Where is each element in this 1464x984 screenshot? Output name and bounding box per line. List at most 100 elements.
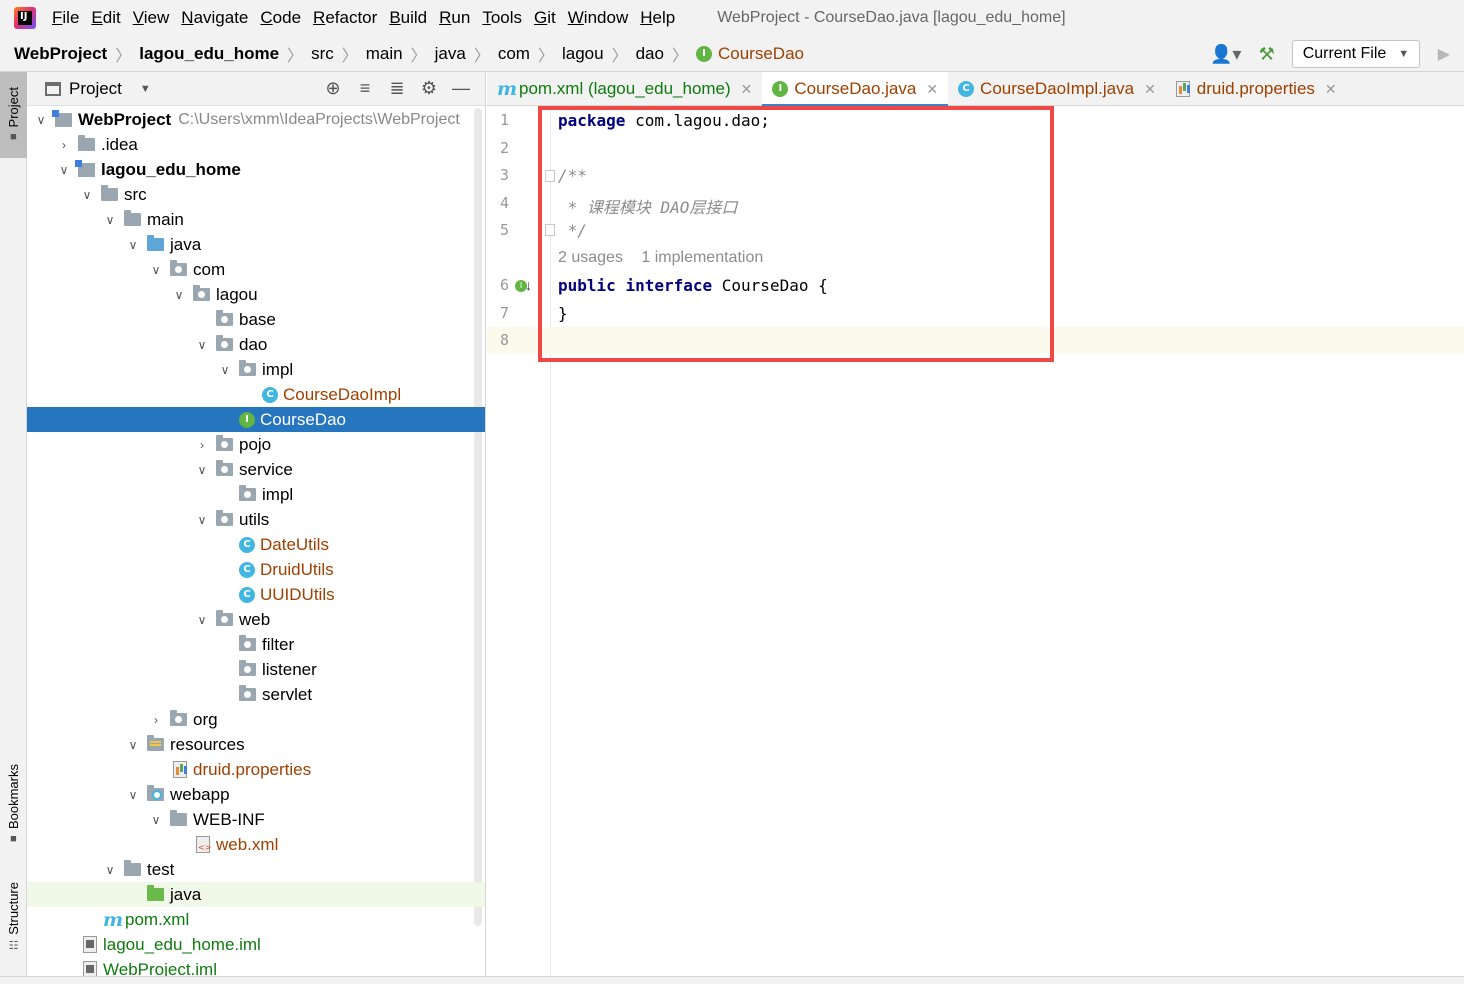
menu-code[interactable]: Code bbox=[260, 8, 301, 28]
close-icon[interactable]: ✕ bbox=[926, 81, 938, 98]
tree-node-web[interactable]: ∨ web bbox=[27, 607, 485, 632]
tree-node-service-impl[interactable]: ∨ impl bbox=[27, 482, 485, 507]
chevron-down-icon[interactable]: ∨ bbox=[127, 788, 139, 802]
chevron-down-icon[interactable]: ∨ bbox=[196, 513, 208, 527]
chevron-down-icon[interactable]: ∨ bbox=[196, 338, 208, 352]
build-hammer-icon[interactable]: ⚒ bbox=[1254, 41, 1280, 67]
tree-node-web-xml[interactable]: web.xml bbox=[27, 832, 485, 857]
menu-view[interactable]: View bbox=[133, 8, 170, 28]
breadcrumb-project[interactable]: WebProject bbox=[14, 44, 107, 64]
stripe-tab-structure[interactable]: Structure ☷ bbox=[0, 882, 27, 964]
menu-edit[interactable]: Edit bbox=[91, 8, 120, 28]
run-configuration-select[interactable]: Current File ▼ bbox=[1291, 40, 1420, 68]
chevron-down-icon[interactable]: ∨ bbox=[104, 213, 116, 227]
project-view-title[interactable]: Project bbox=[69, 79, 122, 99]
chevron-down-icon[interactable]: ∨ bbox=[196, 463, 208, 477]
breadcrumb-lagou[interactable]: lagou bbox=[562, 44, 604, 64]
user-account-icon[interactable]: 👤▾ bbox=[1206, 41, 1246, 67]
breadcrumb-java[interactable]: java bbox=[435, 44, 466, 64]
implemented-by-icon[interactable]: I ↓ bbox=[515, 277, 533, 296]
menu-file[interactable]: File bbox=[52, 8, 79, 28]
tree-node-lagou[interactable]: ∨ lagou bbox=[27, 282, 485, 307]
tree-node-com[interactable]: ∨ com bbox=[27, 257, 485, 282]
tab-coursedaoimpl-java[interactable]: C CourseDaoImpl.java ✕ bbox=[948, 72, 1166, 106]
tab-pom-xml[interactable]: m pom.xml (lagou_edu_home) ✕ bbox=[487, 72, 762, 106]
tree-node-pom-xml[interactable]: m pom.xml bbox=[27, 907, 485, 932]
chevron-down-icon[interactable]: ∨ bbox=[150, 813, 162, 827]
chevron-right-icon[interactable]: › bbox=[150, 713, 162, 727]
hide-icon[interactable]: — bbox=[445, 78, 477, 99]
tree-node-utils[interactable]: ∨ utils bbox=[27, 507, 485, 532]
tree-node-pojo[interactable]: › pojo bbox=[27, 432, 485, 457]
tree-node-filter[interactable]: ∨ filter bbox=[27, 632, 485, 657]
close-icon[interactable]: ✕ bbox=[1144, 81, 1156, 98]
tab-coursedao-java[interactable]: I CourseDao.java ✕ bbox=[762, 72, 949, 107]
chevron-down-icon[interactable]: ∨ bbox=[104, 863, 116, 877]
stripe-tab-project[interactable]: Project ■ bbox=[0, 72, 27, 158]
intellij-logo-icon[interactable]: IJ bbox=[14, 7, 36, 29]
chevron-down-icon[interactable]: ∨ bbox=[173, 288, 185, 302]
expand-all-icon[interactable]: ≡ bbox=[349, 78, 381, 99]
tree-node-module-iml[interactable]: lagou_edu_home.iml bbox=[27, 932, 485, 957]
tree-node-java[interactable]: ∨ java bbox=[27, 232, 485, 257]
tree-node-listener[interactable]: ∨ listener bbox=[27, 657, 485, 682]
chevron-down-icon[interactable]: ∨ bbox=[127, 238, 139, 252]
tree-node-dateutils[interactable]: C DateUtils bbox=[27, 532, 485, 557]
tree-node-test[interactable]: ∨ test bbox=[27, 857, 485, 882]
menu-run[interactable]: Run bbox=[439, 8, 470, 28]
tree-node-main[interactable]: ∨ main bbox=[27, 207, 485, 232]
chevron-down-icon[interactable]: ∨ bbox=[35, 113, 47, 127]
tree-node-web-inf[interactable]: ∨ WEB-INF bbox=[27, 807, 485, 832]
tree-node-resources[interactable]: ∨ resources bbox=[27, 732, 485, 757]
breadcrumb-current[interactable]: I CourseDao bbox=[695, 44, 804, 64]
tree-node-project-root[interactable]: ∨ WebProject C:\Users\xmm\IdeaProjects\W… bbox=[27, 107, 485, 132]
menu-help[interactable]: Help bbox=[640, 8, 675, 28]
chevron-down-icon[interactable]: ∨ bbox=[150, 263, 162, 277]
close-icon[interactable]: ✕ bbox=[741, 81, 753, 98]
tree-node-dao[interactable]: ∨ dao bbox=[27, 332, 485, 357]
chevron-down-icon[interactable]: ∨ bbox=[196, 613, 208, 627]
tree-node-servlet[interactable]: ∨ servlet bbox=[27, 682, 485, 707]
gear-icon[interactable]: ⚙ bbox=[413, 78, 445, 99]
menu-navigate[interactable]: Navigate bbox=[181, 8, 248, 28]
tree-node-base[interactable]: ∨ base bbox=[27, 307, 485, 332]
close-icon[interactable]: ✕ bbox=[1325, 81, 1337, 98]
tree-node-org[interactable]: › org bbox=[27, 707, 485, 732]
menu-tools[interactable]: Tools bbox=[482, 8, 522, 28]
stripe-tab-bookmarks[interactable]: Bookmarks ■ bbox=[0, 764, 27, 856]
tree-node-project-iml[interactable]: WebProject.iml bbox=[27, 957, 485, 976]
tree-node-dao-impl[interactable]: ∨ impl bbox=[27, 357, 485, 382]
breadcrumb-src[interactable]: src bbox=[311, 44, 334, 64]
chevron-down-icon[interactable]: ∨ bbox=[58, 163, 70, 177]
menu-build[interactable]: Build bbox=[389, 8, 427, 28]
breadcrumb-com[interactable]: com bbox=[498, 44, 530, 64]
menu-refactor[interactable]: Refactor bbox=[313, 8, 377, 28]
code-editor[interactable]: 1 2 3 4 5 6 7 8 I ↓ package com.lagou.da… bbox=[487, 106, 1464, 976]
tree-node-webapp[interactable]: ∨ webapp bbox=[27, 782, 485, 807]
chevron-down-icon[interactable]: ∨ bbox=[81, 188, 93, 202]
tree-node-uuidutils[interactable]: C UUIDUtils bbox=[27, 582, 485, 607]
breadcrumb-dao[interactable]: dao bbox=[636, 44, 664, 64]
tree-node-idea[interactable]: › .idea bbox=[27, 132, 485, 157]
tree-node-druidutils[interactable]: C DruidUtils bbox=[27, 557, 485, 582]
menu-git[interactable]: Git bbox=[534, 8, 556, 28]
tree-node-coursedaoimpl[interactable]: C CourseDaoImpl bbox=[27, 382, 485, 407]
breadcrumb-module[interactable]: lagou_edu_home bbox=[139, 44, 279, 64]
tree-node-module[interactable]: ∨ lagou_edu_home bbox=[27, 157, 485, 182]
chevron-down-icon[interactable]: ∨ bbox=[219, 363, 231, 377]
tree-node-druid-properties[interactable]: druid.properties bbox=[27, 757, 485, 782]
chevron-right-icon[interactable]: › bbox=[58, 138, 70, 152]
breadcrumb-main[interactable]: main bbox=[366, 44, 403, 64]
chevron-down-icon[interactable]: ▼ bbox=[140, 83, 151, 95]
tree-node-service[interactable]: ∨ service bbox=[27, 457, 485, 482]
tab-druid-properties[interactable]: druid.properties ✕ bbox=[1166, 72, 1347, 106]
collapse-all-icon[interactable]: ≣ bbox=[381, 78, 413, 99]
tree-node-test-java[interactable]: ∨ java bbox=[27, 882, 485, 907]
locate-file-icon[interactable]: ⊕ bbox=[317, 78, 349, 99]
run-icon[interactable]: ▶ bbox=[1438, 44, 1450, 64]
tree-node-coursedao[interactable]: I CourseDao bbox=[27, 407, 485, 432]
chevron-down-icon[interactable]: ∨ bbox=[127, 738, 139, 752]
tree-node-src[interactable]: ∨ src bbox=[27, 182, 485, 207]
menu-window[interactable]: Window bbox=[568, 8, 628, 28]
chevron-right-icon[interactable]: › bbox=[196, 438, 208, 452]
